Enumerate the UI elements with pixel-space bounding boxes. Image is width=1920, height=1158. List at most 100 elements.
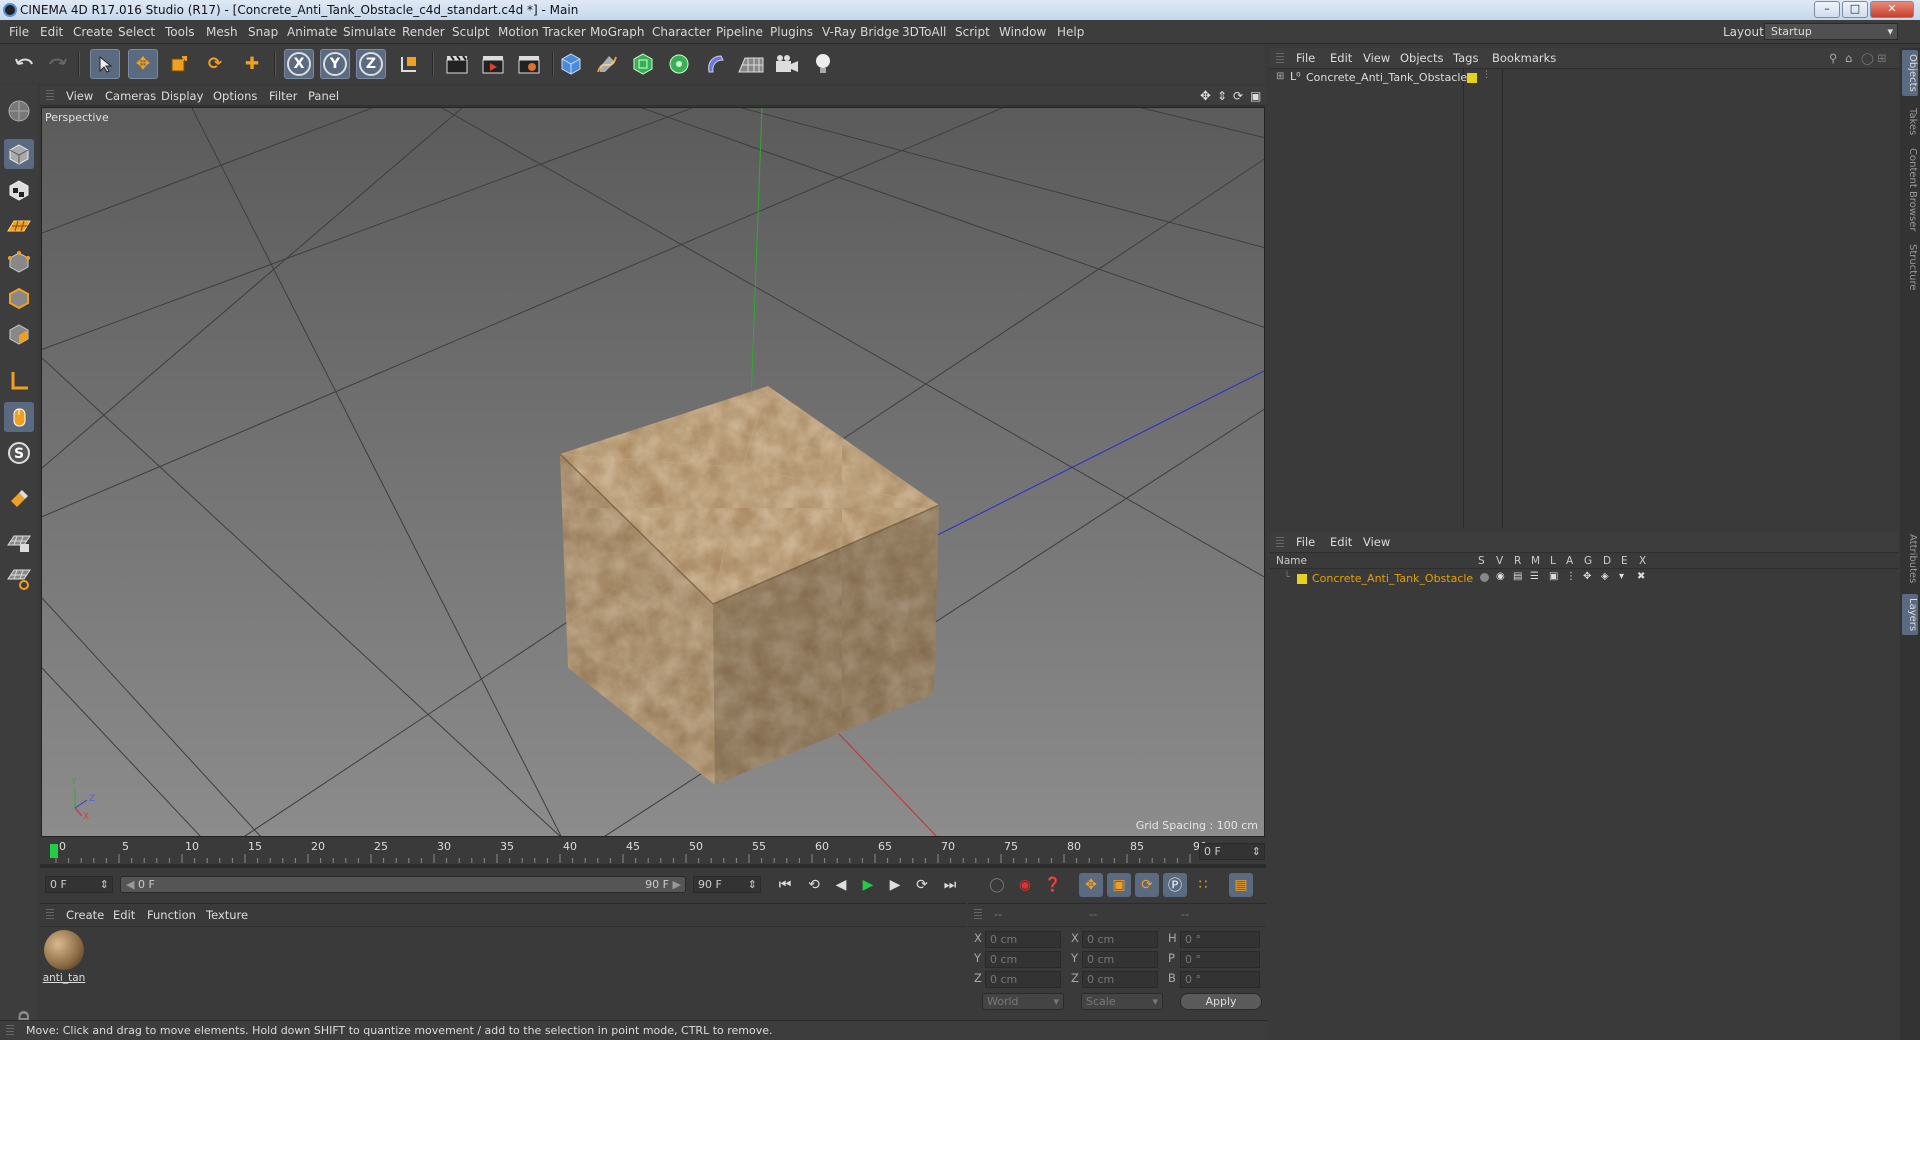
viewport-menu-view[interactable]: View <box>66 89 93 103</box>
material-swatch[interactable]: anti_tan <box>42 930 86 988</box>
menu-plugins[interactable]: Plugins <box>770 25 813 39</box>
go-to-end-button[interactable]: ⏭ <box>938 873 962 897</box>
render-settings-button[interactable] <box>514 49 544 79</box>
make-editable-button[interactable] <box>4 96 34 126</box>
menu-character[interactable]: Character <box>652 25 711 39</box>
lock-icon[interactable]: ▣ <box>1549 571 1558 582</box>
x-axis-lock-button[interactable]: X <box>284 49 314 79</box>
object-menu-bookmarks[interactable]: Bookmarks <box>1492 51 1556 65</box>
object-menu-edit[interactable]: Edit <box>1330 51 1352 65</box>
layer-menu-file[interactable]: File <box>1296 535 1315 549</box>
start-frame-field[interactable]: 0 F ⇕ <box>45 876 113 893</box>
layer-row[interactable]: └ Concrete_Anti_Tank_Obstacle ◉ ▤ ☰ ▣ ⋮ … <box>1270 571 1898 587</box>
add-icon[interactable]: ⊞ <box>1877 51 1887 65</box>
menu-tools[interactable]: Tools <box>165 25 195 39</box>
previous-frame-button[interactable]: ◀ <box>829 873 853 897</box>
live-selection-button[interactable] <box>90 49 120 79</box>
menu-3dtoall[interactable]: 3DToAll <box>902 25 946 39</box>
material-menu-edit[interactable]: Edit <box>113 908 135 922</box>
position-y-field[interactable]: 0 cm <box>985 951 1061 968</box>
column-view[interactable]: V <box>1496 555 1503 567</box>
menu-sculpt[interactable]: Sculpt <box>452 25 489 39</box>
tab-attributes[interactable]: Attributes <box>1902 530 1918 587</box>
magnet-button[interactable] <box>4 484 34 514</box>
eye-icon[interactable]: ◉ <box>1496 571 1505 582</box>
playhead-marker[interactable] <box>50 844 58 858</box>
home-icon[interactable]: ⌂ <box>1845 51 1852 65</box>
object-menu-objects[interactable]: Objects <box>1400 51 1443 65</box>
model-mode-button[interactable] <box>4 139 34 169</box>
viewport-zoom-icon[interactable]: ⇕ <box>1217 89 1227 103</box>
menu-file[interactable]: File <box>9 25 29 39</box>
end-frame-field[interactable]: 90 F ⇕ <box>693 876 761 893</box>
menu-render[interactable]: Render <box>402 25 445 39</box>
transform-tool-button[interactable]: ✚ <box>237 49 267 79</box>
material-menu-create[interactable]: Create <box>66 908 104 922</box>
planar-workplane-button[interactable] <box>4 564 34 594</box>
tab-structure[interactable]: Structure <box>1902 240 1918 295</box>
workplane-mode-button[interactable] <box>4 211 34 241</box>
object-row[interactable]: ⊞ L⁰ Concrete_Anti_Tank_Obstacle ⋮ <box>1270 70 1898 86</box>
column-solo[interactable]: S <box>1478 555 1485 567</box>
cloner-button[interactable] <box>664 49 694 79</box>
menu-mesh[interactable]: Mesh <box>206 25 238 39</box>
object-menu-file[interactable]: File <box>1296 51 1315 65</box>
subdivision-surface-button[interactable] <box>628 49 658 79</box>
tab-takes[interactable]: Takes <box>1902 104 1918 139</box>
material-menu-function[interactable]: Function <box>147 908 196 922</box>
next-key-button[interactable]: ⟳ <box>910 873 934 897</box>
close-button[interactable]: ✕ <box>1870 1 1914 18</box>
menu-help[interactable]: Help <box>1057 25 1084 39</box>
position-x-field[interactable]: 0 cm <box>985 931 1061 948</box>
layer-menu-view[interactable]: View <box>1363 535 1390 549</box>
edges-mode-button[interactable] <box>4 283 34 313</box>
apply-button[interactable]: Apply <box>1180 993 1262 1010</box>
tab-content-browser[interactable]: Content Browser <box>1902 144 1918 235</box>
layout-dropdown[interactable]: Startup ▾ <box>1764 23 1898 40</box>
maximize-button[interactable]: □ <box>1842 1 1868 18</box>
menu-animate[interactable]: Animate <box>287 25 337 39</box>
size-y-field[interactable]: 0 cm <box>1082 951 1158 968</box>
size-z-field[interactable]: 0 cm <box>1082 971 1158 988</box>
next-frame-button[interactable]: ▶ <box>883 873 907 897</box>
column-xref[interactable]: X <box>1639 555 1646 567</box>
texture-mode-button[interactable] <box>4 175 34 205</box>
timeline-ruler[interactable]: 051015202530354045505560657075808590 0 F… <box>40 840 1266 864</box>
render-to-picture-viewer-button[interactable] <box>478 49 508 79</box>
manager-icon[interactable]: ☰ <box>1530 571 1539 582</box>
timeline-window-button[interactable]: ▤ <box>1229 873 1253 897</box>
menu-window[interactable]: Window <box>999 25 1046 39</box>
animation-icon[interactable]: ⋮ <box>1566 571 1576 582</box>
viewport-menu-display[interactable]: Display <box>161 89 203 103</box>
floor-button[interactable] <box>736 49 766 79</box>
pen-spline-button[interactable] <box>592 49 622 79</box>
undo-button[interactable] <box>10 49 40 79</box>
solo-toggle[interactable] <box>1480 573 1489 582</box>
keyframe-selection-button[interactable]: ❓ <box>1041 873 1065 897</box>
perspective-viewport[interactable]: Y Z X Perspective Grid Spacing : 100 cm <box>41 107 1265 837</box>
viewport-rotate-icon[interactable]: ⟳ <box>1233 89 1243 103</box>
viewport-menu-panel[interactable]: Panel <box>308 89 339 103</box>
xref-icon[interactable]: ✖ <box>1637 571 1645 582</box>
previous-key-button[interactable]: ⟲ <box>802 873 826 897</box>
expression-icon[interactable]: ▾ <box>1619 571 1624 582</box>
rotation-b-field[interactable]: 0 ° <box>1180 971 1260 988</box>
layer-menu-edit[interactable]: Edit <box>1330 535 1352 549</box>
layer-color-swatch[interactable] <box>1467 73 1477 83</box>
layer-color-swatch[interactable] <box>1297 574 1307 584</box>
axis-mode-button[interactable] <box>4 366 34 396</box>
tab-objects[interactable]: Objects <box>1902 50 1918 96</box>
tweak-mode-button[interactable] <box>4 402 34 432</box>
menu-simulate[interactable]: Simulate <box>343 25 396 39</box>
column-generators[interactable]: G <box>1584 555 1592 567</box>
light-button[interactable] <box>808 49 838 79</box>
object-menu-view[interactable]: View <box>1363 51 1390 65</box>
scale-tool-button[interactable] <box>164 49 194 79</box>
viewport-menu-filter[interactable]: Filter <box>269 89 297 103</box>
lock-workplane-button[interactable] <box>4 528 34 558</box>
redo-button[interactable] <box>42 49 72 79</box>
column-deformers[interactable]: D <box>1603 555 1611 567</box>
y-axis-lock-button[interactable]: Y <box>320 49 350 79</box>
go-to-start-button[interactable]: ⏮ <box>773 873 797 897</box>
menu-mograph[interactable]: MoGraph <box>590 25 645 39</box>
